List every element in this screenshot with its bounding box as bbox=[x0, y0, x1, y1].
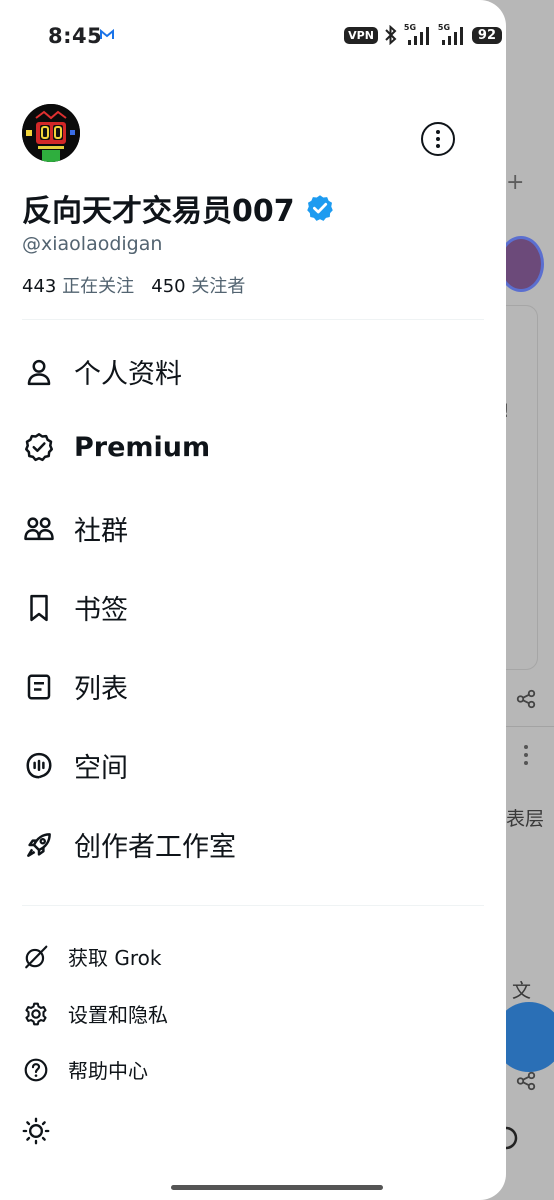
background-share-icon bbox=[516, 1071, 536, 1091]
menu-item-communities[interactable]: 社群 bbox=[22, 509, 128, 548]
menu-label: 个人资料 bbox=[74, 359, 182, 390]
menu-label: 书签 bbox=[74, 595, 128, 626]
followers-link[interactable]: 450 关注者 bbox=[151, 276, 245, 297]
battery-indicator: 92 bbox=[471, 26, 502, 44]
divider bbox=[22, 905, 484, 906]
menu-item-settings-privacy[interactable]: 设置和隐私 bbox=[22, 999, 168, 1028]
menu-item-premium[interactable]: Premium bbox=[22, 430, 210, 464]
menu-item-creator-studio[interactable]: 创作者工作室 bbox=[22, 825, 236, 864]
account-options-button[interactable] bbox=[421, 122, 455, 156]
sun-icon bbox=[22, 1117, 50, 1145]
navigation-drawer: 8:45 VPN 5G 5G 92 反向天才交易员007 @xiaolaodig… bbox=[0, 0, 506, 1200]
follow-stats: 443 正在关注 450 关注者 bbox=[22, 272, 245, 298]
background-divider bbox=[506, 726, 554, 727]
gmail-icon bbox=[100, 29, 114, 39]
display-name-row[interactable]: 反向天才交易员007 bbox=[22, 186, 335, 230]
home-indicator[interactable] bbox=[171, 1185, 383, 1190]
menu-label: 帮助中心 bbox=[68, 1059, 148, 1083]
menu-label: 获取 Grok bbox=[68, 946, 162, 970]
menu-item-profile[interactable]: 个人资料 bbox=[22, 352, 182, 391]
communities-icon bbox=[22, 512, 56, 546]
background-share-icon bbox=[516, 689, 536, 709]
menu-label: 列表 bbox=[74, 674, 128, 705]
menu-item-get-grok[interactable]: 获取 Grok bbox=[22, 942, 161, 971]
menu-item-bookmarks[interactable]: 书签 bbox=[22, 588, 128, 627]
background-text-fragment: 文 bbox=[512, 980, 532, 1002]
menu-label: 社群 bbox=[74, 516, 128, 547]
bluetooth-icon bbox=[385, 25, 397, 45]
spaces-mic-icon bbox=[22, 749, 56, 783]
rocket-icon bbox=[22, 828, 56, 862]
gear-icon bbox=[22, 1000, 50, 1028]
menu-item-lists[interactable]: 列表 bbox=[22, 667, 128, 706]
following-label: 正在关注 bbox=[62, 276, 135, 297]
following-link[interactable]: 443 正在关注 bbox=[22, 276, 134, 297]
menu-label: 创作者工作室 bbox=[74, 832, 236, 863]
profile-avatar[interactable] bbox=[22, 104, 80, 162]
verified-badge-icon[interactable] bbox=[305, 193, 335, 223]
bookmark-icon bbox=[22, 591, 56, 625]
menu-item-spaces[interactable]: 空间 bbox=[22, 746, 128, 785]
menu-label: 设置和隐私 bbox=[68, 1003, 168, 1027]
grok-icon bbox=[22, 943, 50, 971]
display-name: 反向天才交易员007 bbox=[22, 194, 295, 229]
theme-toggle-button[interactable] bbox=[22, 1117, 50, 1145]
followers-count: 450 bbox=[151, 276, 186, 297]
verified-badge-icon bbox=[22, 430, 56, 464]
vpn-badge: VPN bbox=[344, 26, 378, 44]
background-text-fragment: 表层 bbox=[506, 808, 545, 830]
following-count: 443 bbox=[22, 276, 57, 297]
menu-label: Premium bbox=[74, 431, 211, 463]
signal-strength-icon: 5G bbox=[438, 23, 466, 45]
more-dot-icon bbox=[436, 137, 440, 141]
signal-strength-icon: 5G bbox=[404, 23, 432, 45]
background-more-icon bbox=[524, 745, 528, 765]
followers-label: 关注者 bbox=[191, 276, 246, 297]
more-dot-icon bbox=[436, 144, 440, 148]
status-time: 8:45 bbox=[48, 24, 103, 48]
divider bbox=[22, 319, 484, 320]
person-icon bbox=[22, 355, 56, 389]
background-card bbox=[506, 305, 538, 670]
background-plus-icon: + bbox=[506, 170, 525, 195]
profile-handle: @xiaolaodigan bbox=[22, 233, 163, 255]
list-icon bbox=[22, 670, 56, 704]
menu-item-help-center[interactable]: 帮助中心 bbox=[22, 1055, 148, 1084]
status-bar: 8:45 VPN 5G 5G 92 bbox=[0, 20, 506, 54]
help-icon bbox=[22, 1056, 50, 1084]
more-dot-icon bbox=[436, 130, 440, 134]
menu-label: 空间 bbox=[74, 753, 128, 784]
